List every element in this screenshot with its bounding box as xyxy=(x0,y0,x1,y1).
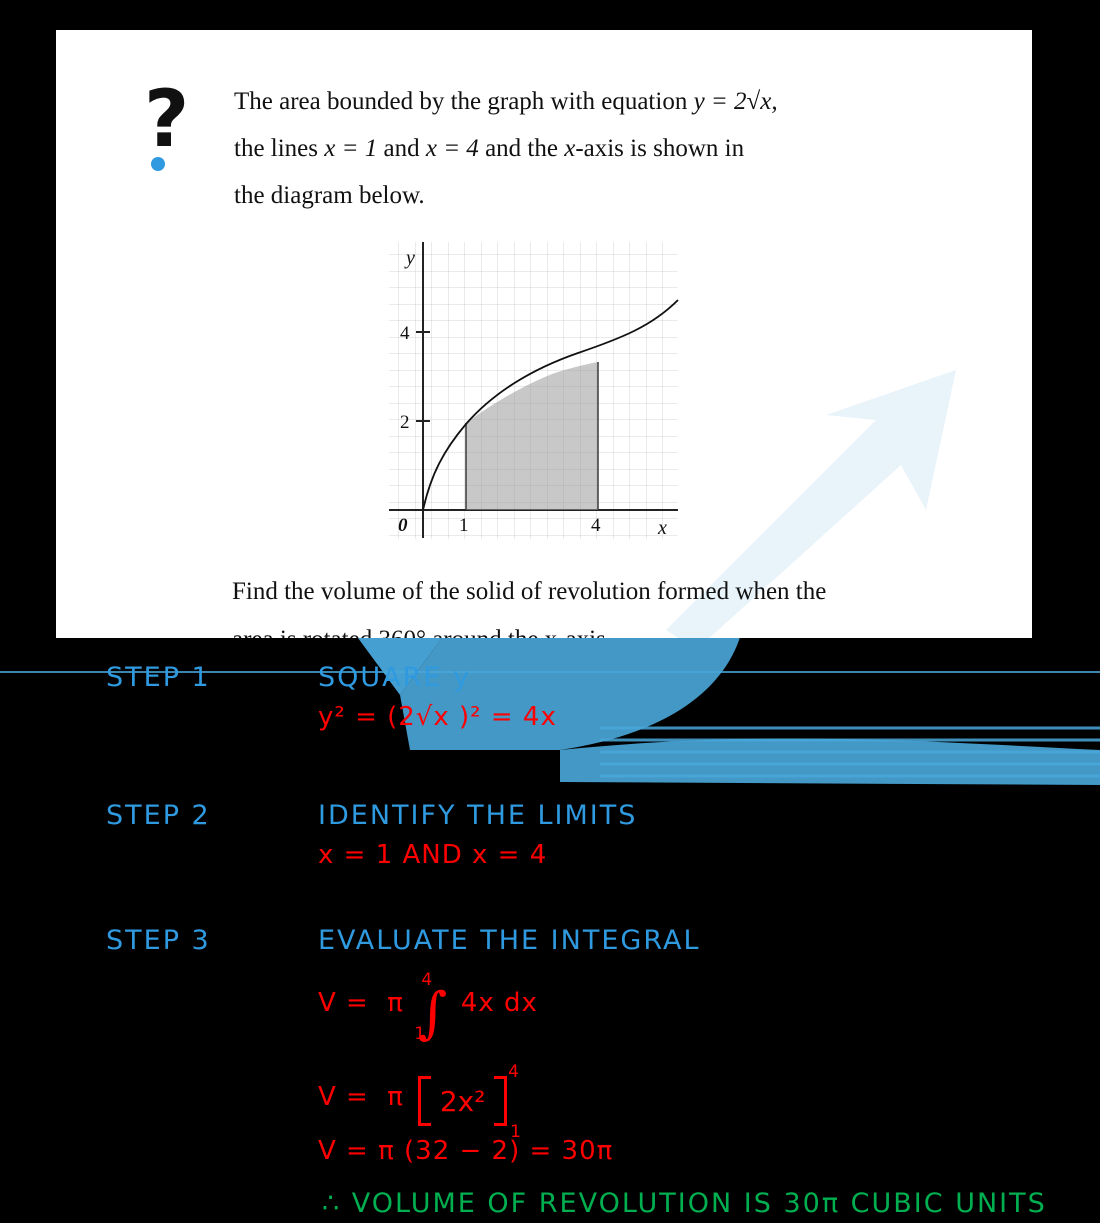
svg-text:4: 4 xyxy=(400,323,410,344)
svg-text:?: ? xyxy=(144,80,189,165)
step-2-label: STEP 2 xyxy=(106,800,211,831)
step-2-heading: IDENTIFY THE LIMITS xyxy=(318,800,638,831)
question-line-3: the diagram below. xyxy=(234,182,425,209)
svg-text:1: 1 xyxy=(459,515,469,536)
bracket-body: 2x² xyxy=(439,1084,486,1118)
step-3-result: V = π (32 − 2) = 30π xyxy=(318,1136,614,1166)
bracket-lhs: V = xyxy=(318,1082,369,1113)
svg-text:4: 4 xyxy=(591,515,601,536)
svg-text:2: 2 xyxy=(400,412,410,433)
integral-upper-limit: 4 xyxy=(421,970,433,990)
bracket-left xyxy=(418,1076,432,1126)
bracket-group: 2x² 4 1 xyxy=(418,1062,521,1142)
question-bottom-text: Find the volume of the solid of revoluti… xyxy=(232,568,1022,638)
question-card: ? The area bounded by the graph with equ… xyxy=(56,30,1032,638)
bracket-upper-limit: 4 xyxy=(508,1062,519,1082)
svg-text:x: x xyxy=(657,517,667,539)
step-1-label: STEP 1 xyxy=(106,662,211,693)
integral-pi: π xyxy=(387,988,404,1018)
step-2-work: x = 1 AND x = 4 xyxy=(318,840,548,870)
integral-sign: ∫ 4 1 xyxy=(408,970,452,1048)
step-3-heading: EVALUATE THE INTEGRAL xyxy=(318,925,701,956)
equation-y-2rootx: y = 2√x, xyxy=(693,88,778,115)
conclusion-line: ∴ VOLUME OF REVOLUTION IS 30π CUBIC UNIT… xyxy=(322,1188,1047,1219)
bracket-pi: π xyxy=(387,1082,404,1113)
integral-lhs: V = xyxy=(318,988,369,1018)
step-3-integral-line: V = π ∫ 4 1 4x dx xyxy=(318,970,538,1048)
bottom-line-1: Find the volume of the solid of revoluti… xyxy=(232,578,827,605)
svg-text:0: 0 xyxy=(398,515,408,536)
question-line-2: the lines x = 1 and x = 4 and the x-axis… xyxy=(234,135,745,162)
equation-x-4: x = 4 xyxy=(425,135,479,162)
bottom-line-2: area is rotated 360° around the x-axis. xyxy=(232,616,1022,638)
solution-steps: STEP 1 SQUARE y y² = (2√x )² = 4x STEP 2… xyxy=(0,640,1100,1223)
integral-body: 4x dx xyxy=(460,988,538,1018)
equation-x-1: x = 1 xyxy=(324,135,378,162)
step-1-heading: SQUARE y xyxy=(318,662,472,693)
graph-figure: y x 4 2 0 1 4 xyxy=(382,238,682,550)
bracket-right xyxy=(493,1076,507,1126)
step-3-label: STEP 3 xyxy=(106,925,211,956)
question-text: The area bounded by the graph with equat… xyxy=(234,78,994,219)
question-line-1: The area bounded by the graph with equat… xyxy=(234,88,778,115)
question-mark-icon: ? xyxy=(142,75,202,171)
integral-lower-limit: 1 xyxy=(414,1024,426,1044)
step-1-work: y² = (2√x )² = 4x xyxy=(318,702,557,732)
svg-text:y: y xyxy=(404,247,415,269)
step-3-bracket-line: V = π 2x² 4 1 xyxy=(318,1062,521,1142)
